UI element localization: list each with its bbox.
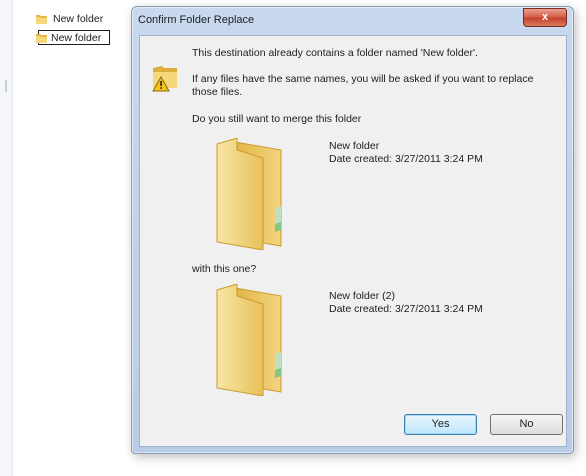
pane-splitter[interactable] <box>5 80 7 92</box>
no-button[interactable]: No <box>490 414 563 435</box>
folder-item-label: New folder <box>53 12 104 25</box>
source-folder-info: New folder Date created: 3/27/2011 3:24 … <box>329 140 483 166</box>
folder-icon <box>36 14 47 24</box>
message-destination-exists: This destination already contains a fold… <box>192 47 478 59</box>
yes-button[interactable]: Yes <box>404 414 477 435</box>
source-folder-name: New folder <box>329 140 380 152</box>
folder-icon <box>36 33 47 43</box>
destination-folder-name: New folder (2) <box>329 290 395 302</box>
message-merge-question: Do you still want to merge this folder <box>192 113 362 125</box>
warning-icon <box>152 66 177 92</box>
rename-input[interactable]: New folder <box>38 30 110 45</box>
destination-folder-info: New folder (2) Date created: 3/27/2011 3… <box>329 290 483 316</box>
message-file-replace-note: If any files have the same names, you wi… <box>192 73 534 98</box>
folder-item-rename[interactable]: New folder <box>36 30 110 45</box>
navigation-pane-edge <box>0 0 13 476</box>
close-button[interactable]: x <box>523 8 567 27</box>
dialog-title: Confirm Folder Replace <box>138 14 255 26</box>
dialog-titlebar[interactable]: Confirm Folder Replace x <box>132 7 573 35</box>
folder-item[interactable]: New folder <box>36 11 105 26</box>
close-icon: x <box>541 11 549 23</box>
folder-icon <box>216 284 282 396</box>
destination-folder-date: Date created: 3/27/2011 3:24 PM <box>329 303 483 315</box>
source-folder-date: Date created: 3/27/2011 3:24 PM <box>329 153 483 165</box>
confirm-folder-replace-dialog: Confirm Folder Replace x This destinatio… <box>131 6 574 454</box>
dialog-body: This destination already contains a fold… <box>139 35 567 447</box>
folder-icon <box>216 138 282 250</box>
with-this-one-text: with this one? <box>192 263 257 275</box>
